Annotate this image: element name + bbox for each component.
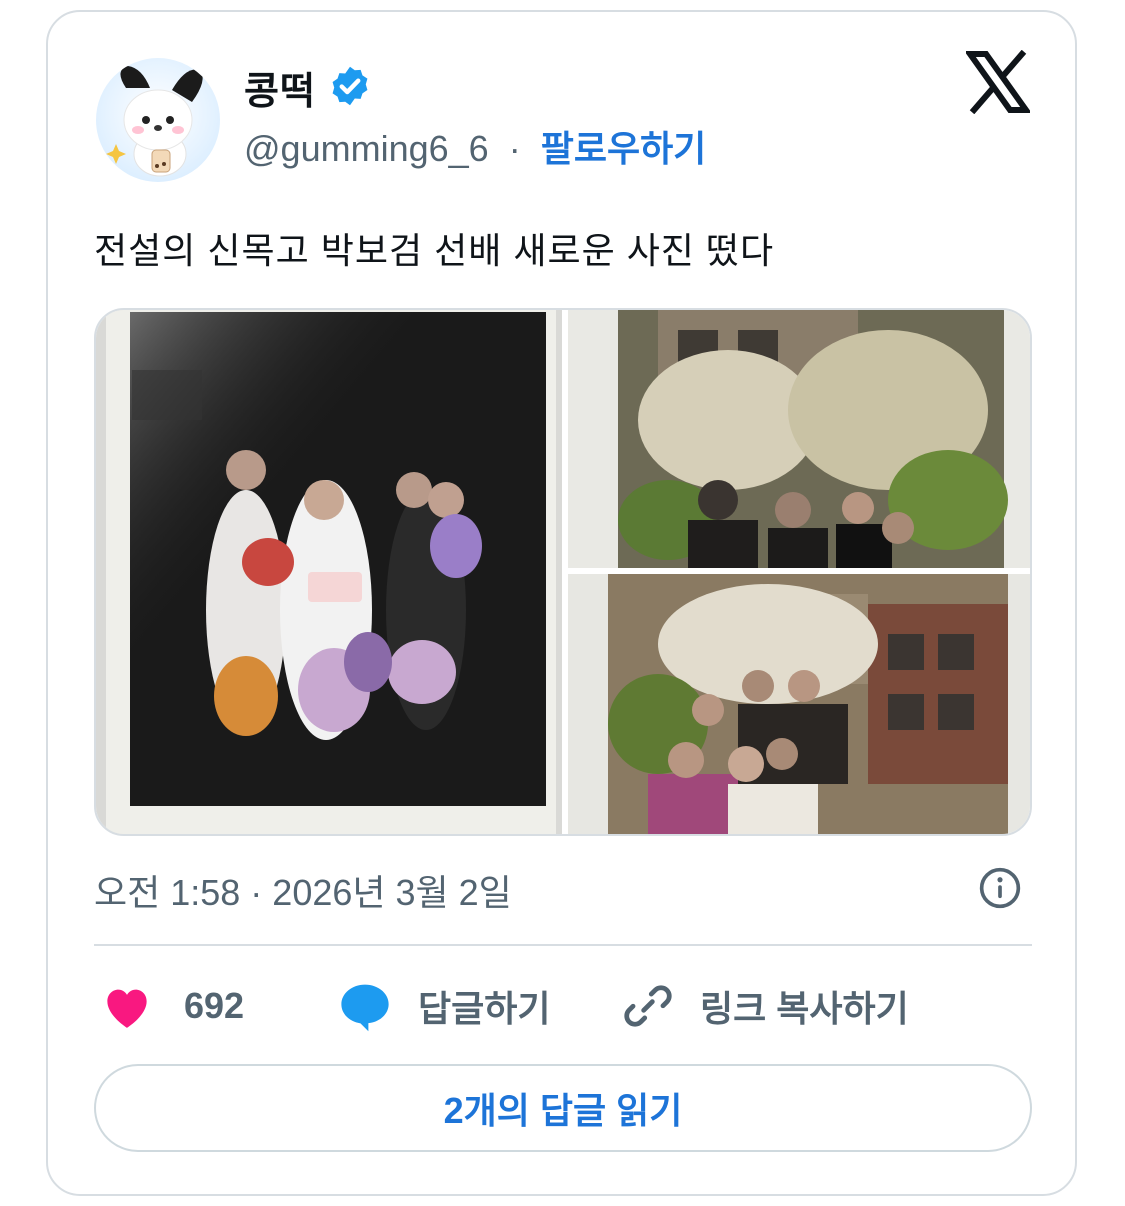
like-count: 692 — [184, 985, 245, 1026]
read-replies-label: 2개의 답글 읽기 — [443, 1090, 683, 1131]
author-display-name[interactable]: 콩떡 — [244, 60, 316, 115]
tweet-media-grid[interactable] — [94, 308, 1032, 836]
copy-link-button[interactable]: 링크 복사하기 — [622, 978, 909, 1034]
reply-button[interactable]: 답글하기 — [338, 978, 550, 1034]
copy-link-label: 링크 복사하기 — [700, 988, 909, 1029]
tweet-text: 전설의 신목고 박보검 선배 새로운 사진 떴다 — [94, 230, 775, 271]
puppy-character-avatar-icon — [106, 66, 203, 177]
tweet-timestamp[interactable]: 오전 1:58 · 2026년 3월 2일 — [94, 864, 512, 916]
reply-label: 답글하기 — [418, 988, 551, 1029]
x-logo-icon[interactable] — [966, 50, 1030, 114]
verified-badge-icon — [332, 66, 368, 106]
divider — [94, 944, 1032, 946]
heart-icon — [107, 989, 147, 1028]
info-icon[interactable] — [978, 866, 1022, 910]
separator-dot: · — [508, 128, 521, 169]
polaroid-photo-school-courtyard-icon — [568, 574, 1030, 834]
author-handle-row: @gumming6_6 · 팔로우하기 — [244, 120, 706, 172]
author-avatar[interactable] — [96, 58, 220, 182]
read-replies-button[interactable]: 2개의 답글 읽기 — [94, 1064, 1032, 1152]
tweet-photo-2[interactable] — [568, 310, 1030, 568]
speech-bubble-icon — [341, 984, 389, 1032]
polaroid-photo-spring-trees-icon — [568, 310, 1030, 568]
like-button[interactable]: 692 — [100, 978, 244, 1034]
follow-button[interactable]: 팔로우하기 — [541, 128, 707, 169]
tweet-card: 콩떡 @gumming6_6 · 팔로우하기 전설의 신목고 박보검 선배 새로… — [46, 10, 1077, 1196]
author-handle[interactable]: @gumming6_6 — [244, 128, 489, 169]
tweet-photo-1[interactable] — [96, 310, 562, 834]
link-icon — [624, 985, 672, 1027]
polaroid-photo-birthday-group-icon — [96, 310, 562, 834]
tweet-photo-3[interactable] — [568, 574, 1030, 834]
